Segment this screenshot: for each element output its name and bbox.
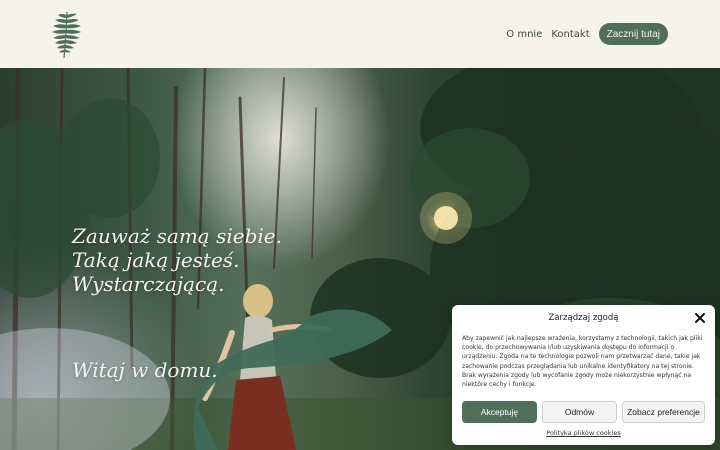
deny-button[interactable]: Odmów [542,401,617,423]
fern-leaf-icon[interactable] [50,8,84,60]
main-nav: O mnie Kontakt Zacznij tutaj [506,23,668,45]
cookie-description: Aby zapewnić jak najlepsze wrażenia, kor… [462,335,703,389]
cookie-title: Zarządzaj zgodą [548,313,619,323]
preferences-button[interactable]: Zobacz preferencje [622,401,705,423]
tagline-line-2: Taką jaką jesteś. [72,248,240,272]
tagline-line-3: Wystarczającą. [72,272,225,296]
cookie-consent-dialog: Zarządzaj zgodą Aby zapewnić jak najleps… [452,305,715,445]
cookie-policy-link[interactable]: Polityka plików cookies [452,429,715,437]
close-icon[interactable] [694,312,706,324]
hero-welcome: Witaj w domu. [72,358,218,382]
tagline-line-1: Zauważ samą siebie. [72,224,282,248]
start-here-button[interactable]: Zacznij tutaj [598,23,668,45]
nav-link-contact[interactable]: Kontakt [551,29,589,40]
hero-tagline: Zauważ samą siebie. Taką jaką jesteś. Wy… [72,224,282,296]
site-header: O mnie Kontakt Zacznij tutaj [0,0,720,68]
nav-link-about[interactable]: O mnie [506,29,542,40]
accept-button[interactable]: Akceptuję [462,401,537,423]
cookie-buttons: Akceptuję Odmów Zobacz preferencje [462,401,705,423]
